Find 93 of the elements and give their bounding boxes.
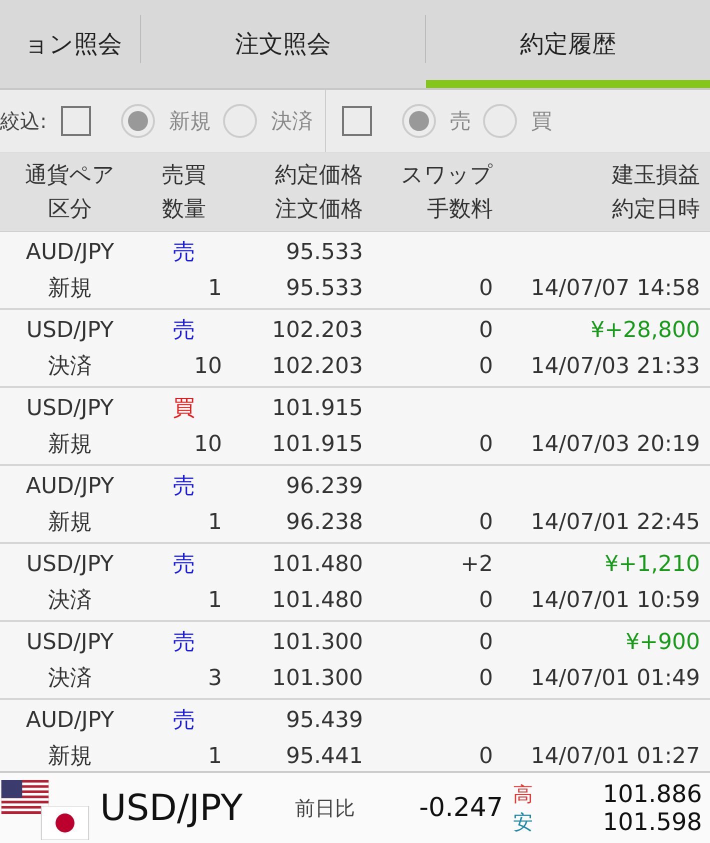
date-cell: 14/07/01 22:45 <box>530 510 700 534</box>
quantity-cell: 1 <box>208 744 222 768</box>
column-header: 売買 <box>162 162 206 190</box>
quantity-cell: 3 <box>208 666 222 690</box>
radio-label: 決済 <box>270 108 313 135</box>
filter-label: 絞込: <box>0 108 47 134</box>
column-header: 手数料 <box>427 196 493 224</box>
quantity-cell: 1 <box>208 588 222 612</box>
side-cell: 売 <box>173 474 195 499</box>
low-label: 安 <box>513 808 533 836</box>
type-cell-text: 決済 <box>47 665 93 693</box>
fee-cell: 0 <box>479 744 493 768</box>
checkbox[interactable] <box>60 106 91 136</box>
type-cell-text: 新規 <box>47 743 93 771</box>
japan-flag-icon <box>40 806 90 840</box>
column-header: 注文価格 <box>275 196 363 224</box>
high-label: 高 <box>513 780 533 808</box>
column-header: 区分 <box>48 196 92 224</box>
pair-cell-text: USD/JPY <box>25 318 115 342</box>
date-cell: 14/07/01 01:27 <box>530 744 700 768</box>
fee-cell: 0 <box>479 588 493 612</box>
column-header: スワップ <box>401 162 493 190</box>
column-header: 建玉損益 <box>612 162 700 190</box>
fee-cell: 0 <box>479 354 493 378</box>
fee-cell: 0 <box>479 432 493 456</box>
pnl-cell: ¥+900 <box>626 630 700 654</box>
type-cell-text: 新規 <box>47 509 93 537</box>
radio-button[interactable] <box>120 104 155 138</box>
price-cell-text: 95.533 <box>285 240 363 264</box>
tab[interactable]: ョン照会 <box>0 0 140 88</box>
date-cell: 14/07/01 10:59 <box>530 588 700 612</box>
price-cell-text: 102.203 <box>271 318 363 342</box>
pair-cell-text: USD/JPY <box>25 552 115 576</box>
change-value: -0.247 <box>418 793 503 823</box>
side-cell: 買 <box>173 396 195 421</box>
side-cell: 売 <box>173 708 195 733</box>
column-header: 数量 <box>162 196 206 224</box>
side-cell: 売 <box>173 552 195 577</box>
quantity-cell: 1 <box>208 510 222 534</box>
change-label: 前日比 <box>295 794 356 822</box>
quantity-cell: 10 <box>194 432 222 456</box>
swap-cell: +2 <box>460 552 493 576</box>
type-cell-text: 新規 <box>47 275 93 303</box>
order-price-cell-text: 96.238 <box>285 510 363 534</box>
order-price-cell-text: 101.480 <box>271 588 363 612</box>
fee-cell: 0 <box>479 666 493 690</box>
side-cell: 売 <box>173 240 195 265</box>
side-cell: 売 <box>173 630 195 655</box>
pair-cell-text: AUD/JPY <box>24 240 116 264</box>
column-header: 約定価格 <box>275 162 363 190</box>
order-price-cell-text: 102.203 <box>271 354 363 378</box>
radio-button[interactable] <box>482 104 517 138</box>
date-cell: 14/07/07 14:58 <box>530 276 700 300</box>
date-cell: 14/07/03 20:19 <box>530 432 700 456</box>
quantity-cell: 10 <box>194 354 222 378</box>
type-cell-text: 新規 <box>47 431 93 459</box>
date-cell: 14/07/01 01:49 <box>530 666 700 690</box>
column-header: 通貨ペア <box>25 162 115 190</box>
order-price-cell-text: 95.533 <box>285 276 363 300</box>
price-cell-text: 101.300 <box>271 630 363 654</box>
fee-cell: 0 <box>479 276 493 300</box>
pnl-cell: ¥+1,210 <box>604 552 700 576</box>
radio-label: 売 <box>450 108 471 135</box>
radio-button[interactable] <box>222 104 257 138</box>
order-price-cell-text: 95.441 <box>285 744 363 768</box>
price-cell-text: 96.239 <box>285 474 363 498</box>
price-cell-text: 95.439 <box>285 708 363 732</box>
radio-button[interactable] <box>402 104 436 138</box>
pnl-cell: ¥+28,800 <box>590 318 700 342</box>
currency-pair: USD/JPY <box>100 788 244 828</box>
price-cell-text: 101.480 <box>271 552 363 576</box>
tab[interactable]: 注文照会 <box>141 0 425 88</box>
pair-cell-text: USD/JPY <box>25 630 115 654</box>
swap-cell: 0 <box>479 318 493 342</box>
pair-cell-text: USD/JPY <box>25 396 115 420</box>
swap-cell: 0 <box>479 630 493 654</box>
checkbox[interactable] <box>342 106 372 136</box>
type-cell-text: 決済 <box>47 353 93 381</box>
order-price-cell-text: 101.300 <box>271 666 363 690</box>
type-cell-text: 決済 <box>47 587 93 615</box>
pair-cell-text: AUD/JPY <box>24 474 116 498</box>
low-value: 101.598 <box>602 808 702 836</box>
fee-cell: 0 <box>479 510 493 534</box>
price-cell-text: 101.915 <box>271 396 363 420</box>
side-cell: 売 <box>173 318 195 343</box>
order-price-cell-text: 101.915 <box>271 432 363 456</box>
radio-label: 買 <box>530 108 552 135</box>
date-cell: 14/07/03 21:33 <box>530 354 700 378</box>
quantity-cell: 1 <box>208 276 222 300</box>
radio-label: 新規 <box>168 108 211 135</box>
pair-cell-text: AUD/JPY <box>24 708 116 732</box>
high-value: 101.886 <box>602 780 702 808</box>
column-header: 約定日時 <box>612 196 700 224</box>
